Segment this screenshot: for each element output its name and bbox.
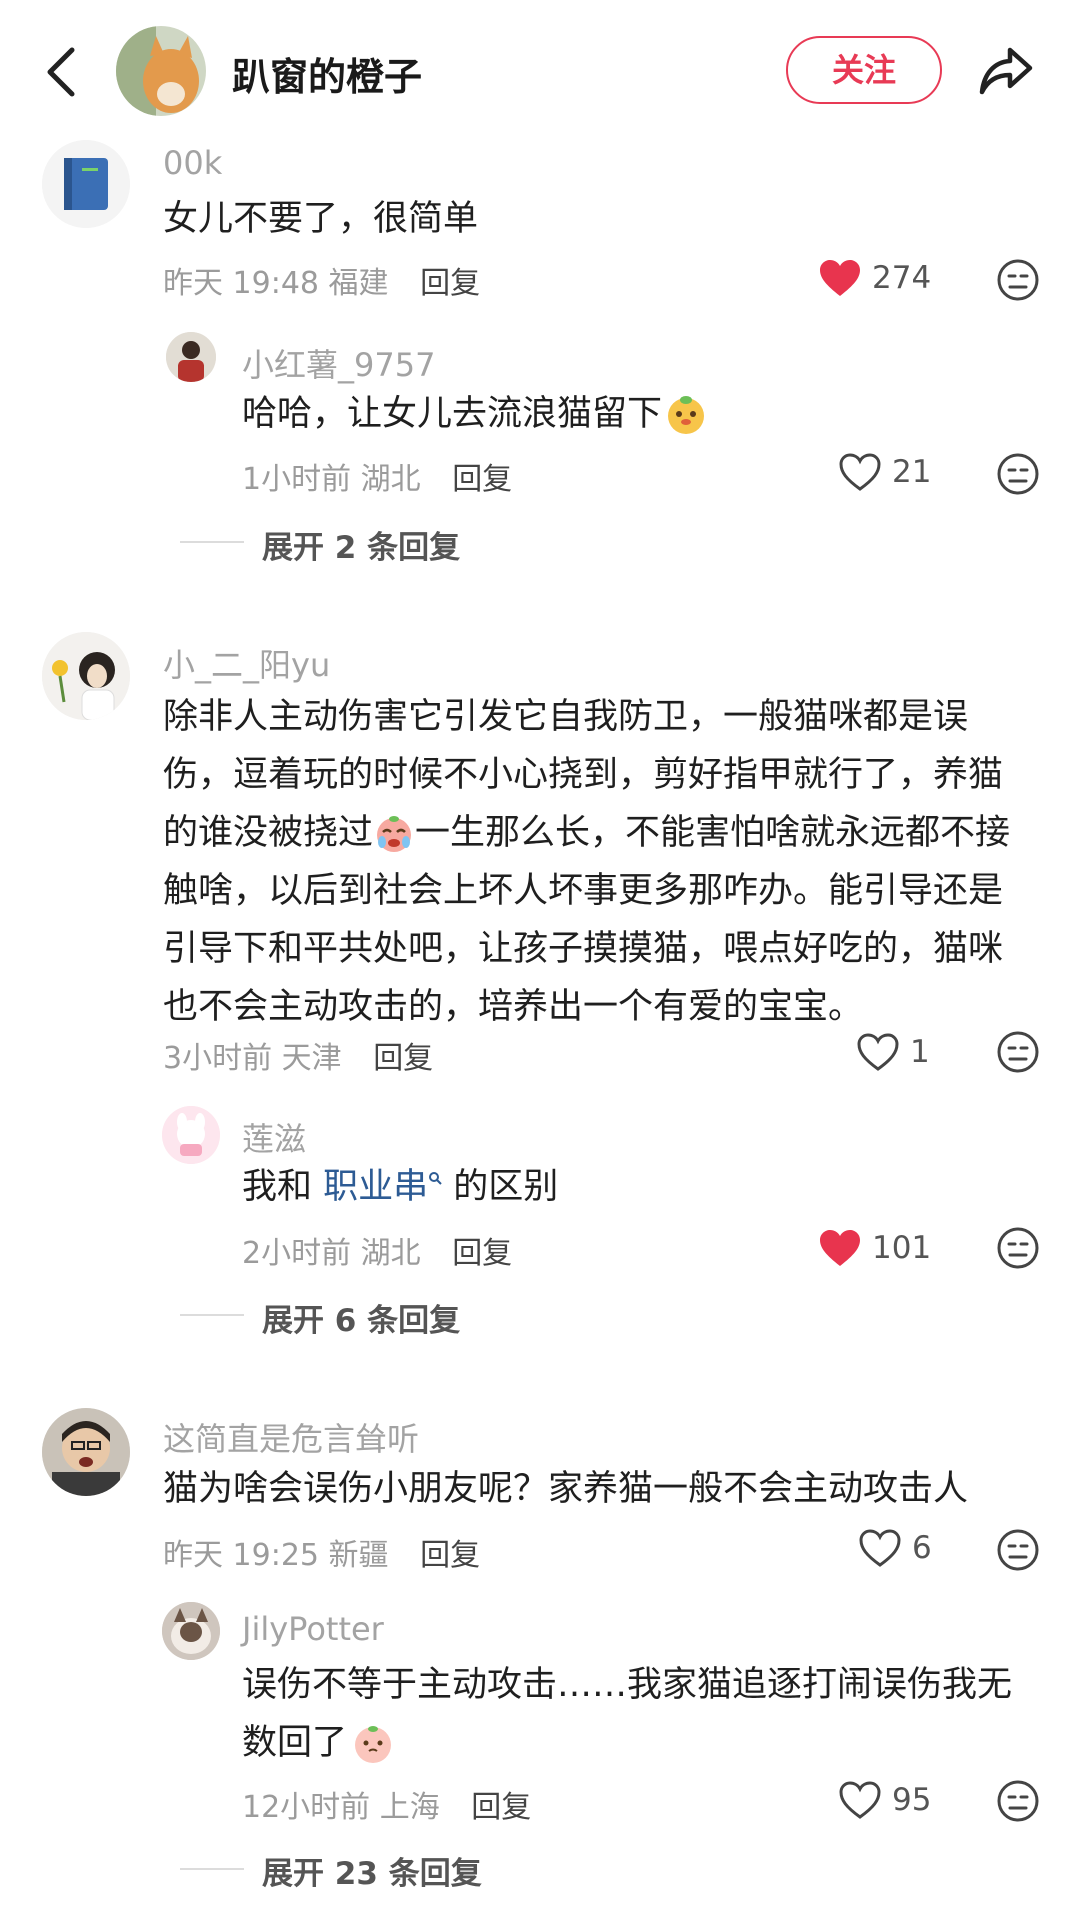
avatar[interactable]	[162, 1106, 220, 1164]
emoji-icon	[668, 396, 705, 434]
reply-time: 2小时前	[242, 1236, 352, 1271]
like-count: 6	[912, 1530, 932, 1566]
expand-divider	[180, 1314, 244, 1316]
reply-location: 湖北	[360, 462, 421, 497]
comment-line: 引导下和平共处吧，让孩子摸摸猫，喂点好吃的，猫咪	[163, 929, 1004, 969]
comment-time: 3小时前	[163, 1041, 273, 1076]
reply-text: 哈哈，让女儿去流浪猫留下	[242, 385, 708, 443]
like-count: 274	[872, 260, 932, 296]
heart-outline-icon	[859, 1529, 901, 1567]
reply-text: 误伤不等于主动攻击……我家猫追逐打闹误伤我无 数回了	[242, 1656, 1042, 1772]
comment-location: 新疆	[328, 1538, 389, 1573]
comment-line: 也不会主动攻击的，培养出一个有爱的宝宝。	[163, 987, 864, 1027]
comment-line-part: 的谁没被挠过	[163, 813, 374, 853]
heart-filled-icon	[820, 1230, 860, 1266]
comment-text: 除非人主动伤害它引发它自我防卫，一般猫咪都是误 伤，逗着玩的时候不小心挠到，剪好…	[163, 688, 1043, 1036]
expand-divider	[180, 1868, 244, 1870]
back-arrow-icon[interactable]	[42, 44, 82, 100]
reply-text: 我和 职业串 的区别	[242, 1158, 558, 1216]
reply-text-content: 哈哈，让女儿去流浪猫留下	[242, 394, 663, 434]
like-count: 95	[892, 1782, 932, 1818]
notebook-icon	[42, 140, 130, 228]
dislike-face-icon[interactable]	[996, 1779, 1040, 1823]
reply-line: 误伤不等于主动攻击……我家猫追逐打闹误伤我无	[242, 1665, 1013, 1705]
avatar[interactable]	[42, 140, 130, 228]
share-icon[interactable]	[976, 40, 1036, 100]
like-count: 1	[910, 1034, 930, 1070]
follow-button[interactable]: 关注	[786, 36, 942, 104]
expand-replies-button[interactable]: 展开 23 条回复	[262, 1848, 482, 1893]
avatar[interactable]	[42, 632, 130, 720]
reply-line-part: 数回了	[242, 1723, 348, 1763]
like-button[interactable]: 274	[818, 258, 931, 298]
like-button[interactable]: 101	[818, 1228, 931, 1268]
reply-meta: 1小时前 湖北 回复	[242, 454, 512, 498]
expand-replies-button[interactable]: 展开 6 条回复	[262, 1295, 460, 1340]
reply-username[interactable]: 莲滋	[242, 1114, 306, 1160]
search-topic-link[interactable]: 职业串	[323, 1167, 428, 1207]
like-button[interactable]: 1	[856, 1032, 930, 1072]
search-icon[interactable]	[428, 1171, 442, 1186]
expand-replies-button[interactable]: 展开 2 条回复	[262, 522, 460, 567]
reply-meta: 12小时前 上海 回复	[242, 1782, 531, 1826]
reply-username[interactable]: JilyPotter	[242, 1610, 384, 1648]
reply-button[interactable]: 回复	[420, 1538, 480, 1573]
comment-time: 昨天 19:48	[163, 266, 319, 301]
heart-outline-icon	[857, 1033, 899, 1071]
like-button[interactable]: 21	[838, 452, 931, 492]
reply-username[interactable]: 小红薯_9757	[242, 340, 435, 386]
comment-line-part: 一生那么长，不能害怕啥就永远都不接	[415, 813, 1011, 853]
comment-username[interactable]: 00k	[163, 144, 222, 182]
reply-time: 1小时前	[242, 462, 352, 497]
reply-button[interactable]: 回复	[373, 1041, 433, 1076]
like-button[interactable]: 6	[858, 1528, 932, 1568]
comment-location: 福建	[328, 266, 389, 301]
like-button[interactable]: 95	[838, 1780, 931, 1820]
emoji-icon	[355, 1726, 392, 1763]
reply-button[interactable]: 回复	[420, 266, 480, 301]
comment-line: 触啥，以后到社会上坏人坏事更多那咋办。能引导还是	[163, 871, 1004, 911]
avatar[interactable]	[166, 332, 216, 382]
reply-line: 数回了	[242, 1714, 1042, 1772]
reply-meta: 2小时前 湖北 回复	[242, 1228, 512, 1272]
comment-line: 伤，逗着玩的时候不小心挠到，剪好指甲就行了，养猫	[163, 755, 1004, 795]
avatar[interactable]	[42, 1408, 130, 1496]
comment-meta: 昨天 19:48 福建 回复	[163, 258, 480, 302]
dislike-face-icon[interactable]	[996, 452, 1040, 496]
comment-line: 除非人主动伤害它引发它自我防卫，一般猫咪都是误	[163, 697, 969, 737]
dislike-face-icon[interactable]	[996, 1030, 1040, 1074]
reply-button[interactable]: 回复	[452, 1236, 512, 1271]
dislike-face-icon[interactable]	[996, 258, 1040, 302]
comment-meta: 3小时前 天津 回复	[163, 1033, 433, 1077]
dislike-face-icon[interactable]	[996, 1528, 1040, 1572]
heart-outline-icon	[839, 1781, 881, 1819]
top-bar: 趴窗的橙子 关注	[0, 0, 1080, 140]
expand-divider	[180, 541, 244, 543]
author-avatar[interactable]	[116, 26, 206, 116]
comment-text: 女儿不要了，很简单	[163, 199, 479, 239]
dislike-face-icon[interactable]	[996, 1226, 1040, 1270]
comment-text: 猫为啥会误伤小朋友呢？家养猫一般不会主动攻击人	[163, 1469, 969, 1509]
reply-text-suffix: 的区别	[442, 1167, 559, 1207]
comment-username[interactable]: 这简直是危言耸听	[163, 1414, 419, 1460]
comment-location: 天津	[281, 1041, 342, 1076]
comment-line: 的谁没被挠过 一生那么长，不能害怕啥就永远都不接	[163, 804, 1043, 862]
author-name[interactable]: 趴窗的橙子	[232, 46, 422, 101]
reply-time: 12小时前	[242, 1790, 371, 1825]
reply-button[interactable]: 回复	[452, 462, 512, 497]
reply-location: 上海	[379, 1790, 440, 1825]
comment-time: 昨天 19:25	[163, 1538, 319, 1573]
crying-emoji-icon	[377, 816, 412, 852]
like-count: 21	[892, 454, 932, 490]
comment-username[interactable]: 小_二_阳yu	[163, 640, 330, 686]
heart-outline-icon	[839, 453, 881, 491]
avatar[interactable]	[162, 1602, 220, 1660]
heart-filled-icon	[820, 260, 860, 296]
reply-text-prefix: 我和	[242, 1167, 324, 1207]
reply-location: 湖北	[360, 1236, 421, 1271]
reply-button[interactable]: 回复	[471, 1790, 531, 1825]
like-count: 101	[872, 1230, 932, 1266]
comment-meta: 昨天 19:25 新疆 回复	[163, 1530, 480, 1574]
